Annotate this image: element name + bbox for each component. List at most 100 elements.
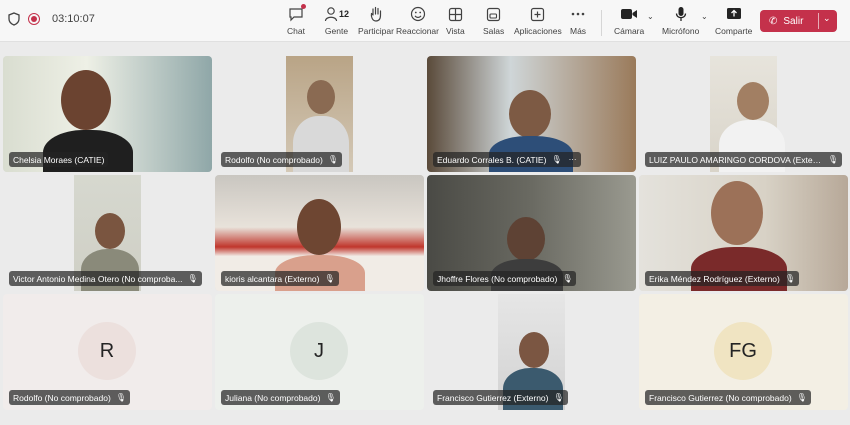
participant-name: Rodolfo (No comprobado) <box>13 392 111 403</box>
participant-name: Eduardo Corrales B. (CATIE) <box>437 154 547 165</box>
rooms-label: Salas <box>483 26 505 36</box>
participant-name-bar: Francisco Gutierrez (No comprobado) 🎙︎ <box>645 390 811 405</box>
muted-microphone-icon: 🎙︎ <box>115 393 126 402</box>
smile-icon <box>410 6 425 22</box>
participant-name-bar: Juliana (No comprobado) 🎙︎ <box>221 390 340 405</box>
participant-name: Chelsia Moraes (CATIE) <box>13 154 105 165</box>
participant-tile[interactable]: LUIZ PAULO AMARINGO CORDOVA (Externo) 🎙︎ <box>639 56 848 172</box>
camera-options-chevron-icon[interactable]: ⌄ <box>647 12 654 21</box>
people-button[interactable]: 12 Gente <box>324 4 349 36</box>
participant-name: LUIZ PAULO AMARINGO CORDOVA (Externo) <box>649 154 823 165</box>
microphone-label: Micrófono <box>662 26 700 36</box>
participant-name: Francisco Gutierrez (No comprobado) <box>649 392 792 403</box>
participant-video <box>507 217 545 261</box>
participant-tile[interactable]: R Rodolfo (No comprobado) 🎙︎ <box>3 294 212 410</box>
participant-tile[interactable]: Rodolfo (No comprobado) 🎙︎ <box>215 56 424 172</box>
participant-video <box>95 213 125 249</box>
camera-label: Cámara <box>614 26 645 36</box>
raise-hand-label: Participar <box>358 26 394 36</box>
participant-tile[interactable]: Jhoffre Flores (No comprobado) 🎙︎ <box>427 175 636 291</box>
participant-name-bar: Victor Antonio Medina Otero (No comproba… <box>9 271 202 286</box>
muted-microphone-icon: 🎙︎ <box>553 393 564 402</box>
rooms-icon <box>487 7 501 21</box>
react-button[interactable]: Reaccionar <box>396 4 439 36</box>
more-button[interactable]: Más <box>570 4 586 36</box>
muted-microphone-icon: 🎙︎ <box>551 155 562 164</box>
ellipsis-icon[interactable]: ··· <box>569 155 577 164</box>
participant-tile[interactable]: kioris alcantara (Externo) 🎙︎ <box>215 175 424 291</box>
participant-tile[interactable]: Eduardo Corrales B. (CATIE) 🎙︎ ··· <box>427 56 636 172</box>
participant-name-bar: Francisco Gutierrez (Externo) 🎙︎ <box>433 390 568 405</box>
toolbar-divider <box>601 10 602 36</box>
participant-tile[interactable]: FG Francisco Gutierrez (No comprobado) 🎙… <box>639 294 848 410</box>
participant-video <box>61 70 111 130</box>
muted-microphone-icon: 🎙︎ <box>827 155 838 164</box>
share-label: Comparte <box>715 26 753 36</box>
participant-name-bar: LUIZ PAULO AMARINGO CORDOVA (Externo) 🎙︎ <box>645 152 842 167</box>
participant-name: Juliana (No comprobado) <box>225 392 321 403</box>
participant-name-bar: kioris alcantara (Externo) 🎙︎ <box>221 271 339 286</box>
leave-label: Salir <box>783 15 804 27</box>
participant-count: 12 <box>339 9 350 19</box>
microphone-button[interactable]: Micrófono <box>662 4 699 36</box>
participant-name: Erika Méndez Rodríguez (Externo) <box>649 273 780 284</box>
muted-microphone-icon: 🎙︎ <box>562 274 573 283</box>
microphone-icon <box>675 7 686 21</box>
phone-icon: ✆ <box>769 15 778 27</box>
participant-video <box>509 90 551 138</box>
participant-name-bar: Eduardo Corrales B. (CATIE) 🎙︎ ··· <box>433 152 581 167</box>
view-label: Vista <box>446 26 465 36</box>
participant-name: kioris alcantara (Externo) <box>225 273 320 284</box>
share-button[interactable]: Comparte <box>715 4 752 36</box>
avatar: FG <box>714 322 772 380</box>
participant-video <box>711 181 763 245</box>
apps-label: Aplicaciones <box>514 26 562 36</box>
participant-name-bar: Jhoffre Flores (No comprobado) 🎙︎ <box>433 271 577 286</box>
participant-name-bar: Rodolfo (No comprobado) 🎙︎ <box>221 152 342 167</box>
participant-name: Rodolfo (No comprobado) <box>225 154 323 165</box>
leave-options-chevron-icon[interactable]: ⌄ <box>823 13 831 24</box>
participant-name-bar: Erika Méndez Rodríguez (Externo) 🎙︎ <box>645 271 800 286</box>
participant-tile[interactable]: Erika Méndez Rodríguez (Externo) 🎙︎ <box>639 175 848 291</box>
muted-microphone-icon: 🎙︎ <box>187 274 198 283</box>
chat-button[interactable]: Chat <box>287 4 306 36</box>
rooms-button[interactable]: Salas <box>483 4 504 36</box>
grid-icon <box>448 7 462 21</box>
microphone-options-chevron-icon[interactable]: ⌄ <box>701 12 708 21</box>
camera-button[interactable]: Cámara <box>614 4 644 36</box>
participant-tile[interactable]: Victor Antonio Medina Otero (No comproba… <box>3 175 212 291</box>
muted-microphone-icon: 🎙︎ <box>325 393 336 402</box>
raise-hand-button[interactable]: Participar <box>358 4 394 36</box>
participant-video <box>297 199 341 255</box>
participant-tile[interactable]: Francisco Gutierrez (Externo) 🎙︎ <box>427 294 636 410</box>
participant-tile[interactable]: Chelsia Moraes (CATIE) <box>3 56 212 172</box>
meeting-toolbar: 03:10:07 Chat 12 Gente Participar Reacci… <box>0 0 850 42</box>
participant-video <box>307 80 335 114</box>
share-icon <box>726 8 741 19</box>
avatar: R <box>78 322 136 380</box>
muted-microphone-icon: 🎙︎ <box>327 155 338 164</box>
unread-dot <box>300 4 306 9</box>
more-label: Más <box>570 26 587 36</box>
hand-icon <box>370 6 382 22</box>
muted-microphone-icon: 🎙︎ <box>796 393 807 402</box>
camera-icon <box>621 9 638 19</box>
avatar-initials: R <box>99 339 115 362</box>
ellipsis-icon <box>571 12 585 16</box>
people-icon <box>324 7 338 22</box>
muted-microphone-icon: 🎙︎ <box>784 274 796 283</box>
avatar: J <box>290 322 348 380</box>
muted-microphone-icon: 🎙︎ <box>324 274 335 283</box>
participant-name: Jhoffre Flores (No comprobado) <box>437 273 558 284</box>
plus-icon <box>531 7 545 21</box>
avatar-initials: J <box>314 339 324 362</box>
participant-name-bar: Chelsia Moraes (CATIE) <box>9 152 109 167</box>
participant-video <box>519 332 549 368</box>
react-label: Reaccionar <box>396 26 439 36</box>
participant-tile[interactable]: J Juliana (No comprobado) 🎙︎ <box>215 294 424 410</box>
participant-name-bar: Rodolfo (No comprobado) 🎙︎ <box>9 390 130 405</box>
leave-button[interactable]: ✆ Salir ⌄ <box>760 10 837 32</box>
apps-button[interactable]: Aplicaciones <box>514 4 562 36</box>
view-button[interactable]: Vista <box>446 4 465 36</box>
chat-label: Chat <box>287 26 305 36</box>
